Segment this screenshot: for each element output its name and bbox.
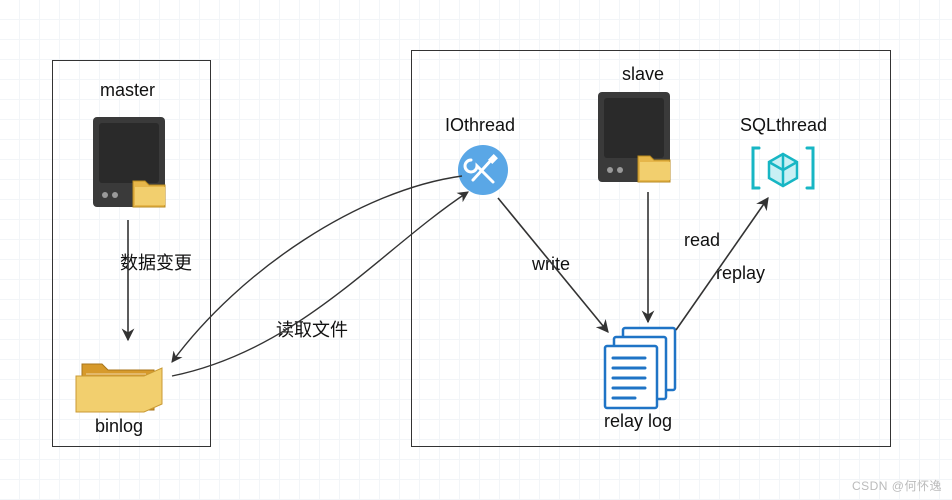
sqlthread-label: SQLthread [740, 115, 827, 136]
binlog-label: binlog [95, 416, 143, 437]
diagram-canvas: master slave IOthread SQLthread binlog r… [0, 0, 952, 500]
slave-box [411, 50, 891, 447]
write-label: write [532, 254, 570, 275]
master-title: master [100, 80, 155, 101]
watermark: CSDN @何怀逸 [852, 477, 942, 494]
read-file-label: 读取文件 [276, 316, 348, 342]
read-label: read [684, 230, 720, 251]
relaylog-label: relay log [604, 411, 672, 432]
replay-label: replay [716, 263, 765, 284]
slave-title: slave [622, 64, 664, 85]
data-change-label: 数据变更 [120, 249, 192, 275]
iothread-label: IOthread [445, 115, 515, 136]
